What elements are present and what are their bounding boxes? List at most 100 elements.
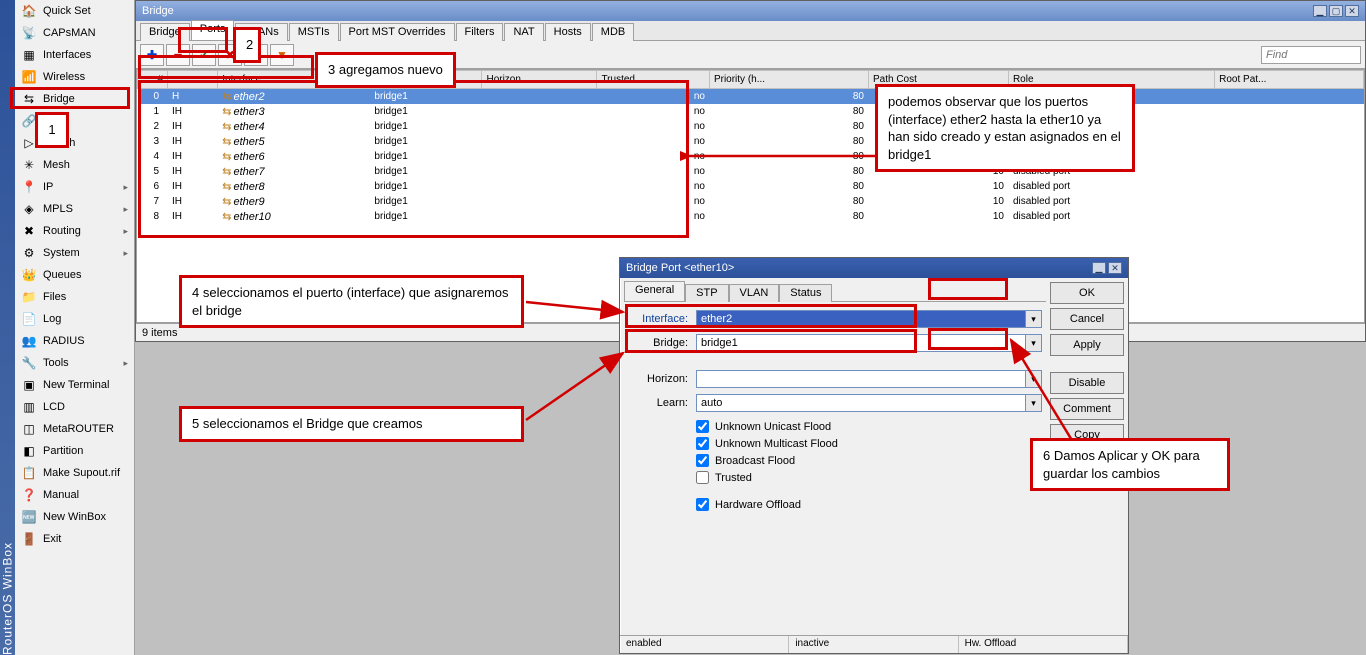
table-row[interactable]: 5IHether7bridge1no8010disabled port: [138, 164, 1364, 179]
sidebar-item-tools[interactable]: 🔧Tools▸: [15, 352, 134, 374]
sidebar-item-label: Files: [43, 291, 66, 303]
table-row[interactable]: 1IHether3bridge1no8010disabled port: [138, 104, 1364, 119]
sidebar-item-partition[interactable]: ◧Partition: [15, 440, 134, 462]
bridge-input[interactable]: [696, 334, 1026, 352]
bridge-window-titlebar[interactable]: Bridge ▁ ▢ ✕: [136, 1, 1365, 21]
dialog-titlebar[interactable]: Bridge Port <ether10> ▁ ✕: [620, 258, 1128, 278]
sidebar-item-switch[interactable]: ▷Switch: [15, 132, 134, 154]
column-header[interactable]: [168, 71, 218, 89]
tab-port-mst-overrides[interactable]: Port MST Overrides: [340, 23, 455, 41]
filter-button[interactable]: ▼: [270, 44, 294, 66]
check-unknown-multicast[interactable]: Unknown Multicast Flood: [628, 435, 1042, 452]
comment-button[interactable]: Comment: [1050, 398, 1124, 420]
dropdown-icon[interactable]: ▾: [1026, 394, 1042, 412]
tab-filters[interactable]: Filters: [456, 23, 504, 41]
sidebar-item-bridge[interactable]: ⇆Bridge: [15, 88, 134, 110]
dialog-form: Interface: ▾ Bridge: ▾: [624, 302, 1046, 521]
disable-button[interactable]: Disable: [1050, 372, 1124, 394]
column-header[interactable]: Root Pat...: [1215, 71, 1364, 89]
checkbox-icon[interactable]: [696, 498, 709, 511]
sidebar-item-interfaces[interactable]: ▦Interfaces: [15, 44, 134, 66]
dialog-tab-general[interactable]: General: [624, 281, 685, 301]
menu-icon: ▥: [21, 399, 37, 415]
tab-nat[interactable]: NAT: [504, 23, 543, 41]
sidebar-item-log[interactable]: 📄Log: [15, 308, 134, 330]
dropdown-icon[interactable]: ▾: [1026, 310, 1042, 328]
dropdown-icon[interactable]: ▾: [1026, 370, 1042, 388]
sidebar-item-mpls[interactable]: ◈MPLS▸: [15, 198, 134, 220]
tab-mstis[interactable]: MSTIs: [289, 23, 339, 41]
check-trusted[interactable]: Trusted: [628, 469, 1042, 486]
menu-icon: ❓: [21, 487, 37, 503]
close-icon[interactable]: ✕: [1345, 5, 1359, 17]
tab-hosts[interactable]: Hosts: [545, 23, 591, 41]
sidebar-item-wireless[interactable]: 📶Wireless: [15, 66, 134, 88]
table-row[interactable]: 3IHether5bridge1no8010disabled port: [138, 134, 1364, 149]
horizon-input[interactable]: [696, 370, 1026, 388]
maximize-icon[interactable]: ▢: [1329, 5, 1343, 17]
menu-icon: 📡: [21, 25, 37, 41]
sidebar-item-label: System: [43, 247, 80, 259]
check-broadcast[interactable]: Broadcast Flood: [628, 452, 1042, 469]
table-row[interactable]: 2IHether4bridge1no8010disabled port: [138, 119, 1364, 134]
checkbox-icon[interactable]: [696, 471, 709, 484]
sidebar-item-ip[interactable]: 📍IP▸: [15, 176, 134, 198]
ok-button[interactable]: OK: [1050, 282, 1124, 304]
checkbox-icon[interactable]: [696, 454, 709, 467]
column-header[interactable]: Priority (h...: [709, 71, 868, 89]
interface-label: Interface:: [628, 313, 688, 325]
tab-mdb[interactable]: MDB: [592, 23, 634, 41]
checkbox-icon[interactable]: [696, 437, 709, 450]
menu-icon: 🔧: [21, 355, 37, 371]
sidebar-item-radius[interactable]: 👥RADIUS: [15, 330, 134, 352]
sidebar-item-routing[interactable]: ✖Routing▸: [15, 220, 134, 242]
table-row[interactable]: 6IHether8bridge1no8010disabled port: [138, 179, 1364, 194]
sidebar-item-lcd[interactable]: ▥LCD: [15, 396, 134, 418]
dialog-tab-stp[interactable]: STP: [685, 284, 728, 302]
column-header[interactable]: #: [138, 71, 168, 89]
column-header[interactable]: Horizon: [482, 71, 597, 89]
dialog-tab-status[interactable]: Status: [779, 284, 832, 302]
sidebar-item-queues[interactable]: 👑Queues: [15, 264, 134, 286]
close-icon[interactable]: ✕: [1108, 262, 1122, 274]
table-row[interactable]: 7IHether9bridge1no8010disabled port: [138, 194, 1364, 209]
sidebar-item-mesh[interactable]: ✳Mesh: [15, 154, 134, 176]
sidebar-item-label: Mesh: [43, 159, 70, 171]
dialog-tab-vlan[interactable]: VLAN: [729, 284, 780, 302]
cancel-button[interactable]: Cancel: [1050, 308, 1124, 330]
learn-input[interactable]: [696, 394, 1026, 412]
table-row[interactable]: 4IHether6bridge1no8010disabled port: [138, 149, 1364, 164]
column-header[interactable]: Trusted: [597, 71, 710, 89]
interface-input[interactable]: [696, 310, 1026, 328]
check-hw-offload[interactable]: Hardware Offload: [628, 496, 1042, 513]
check-unknown-unicast[interactable]: Unknown Unicast Flood: [628, 418, 1042, 435]
tab-ports[interactable]: Ports: [191, 20, 235, 40]
annotation-4: 4 seleccionamos el puerto (interface) qu…: [179, 275, 524, 328]
sidebar-item-system[interactable]: ⚙System▸: [15, 242, 134, 264]
sidebar-item-manual[interactable]: ❓Manual: [15, 484, 134, 506]
sidebar-item-ppp[interactable]: 🔗PPP: [15, 110, 134, 132]
remove-button[interactable]: ━: [166, 44, 190, 66]
table-row[interactable]: 8IHether10bridge1no8010disabled port: [138, 209, 1364, 224]
sidebar-item-files[interactable]: 📁Files: [15, 286, 134, 308]
tab-bridge[interactable]: Bridge: [140, 23, 190, 41]
checkbox-icon[interactable]: [696, 420, 709, 433]
item-count: 9 items: [142, 327, 177, 339]
minimize-icon[interactable]: ▁: [1313, 5, 1327, 17]
sidebar-item-make-supout.rif[interactable]: 📋Make Supout.rif: [15, 462, 134, 484]
sidebar-item-quick-set[interactable]: 🏠Quick Set: [15, 0, 134, 22]
sidebar-item-capsman[interactable]: 📡CAPsMAN: [15, 22, 134, 44]
sidebar-item-metarouter[interactable]: ◫MetaROUTER: [15, 418, 134, 440]
chevron-right-icon: ▸: [123, 204, 128, 215]
enable-button[interactable]: ✔: [192, 44, 216, 66]
find-input[interactable]: [1261, 46, 1361, 64]
add-button[interactable]: ✚: [140, 44, 164, 66]
sidebar-item-new-winbox[interactable]: 🆕New WinBox: [15, 506, 134, 528]
sidebar-item-exit[interactable]: 🚪Exit: [15, 528, 134, 550]
table-row[interactable]: 0Hether2bridge1no8010designated port: [138, 89, 1364, 105]
sidebar-item-new-terminal[interactable]: ▣New Terminal: [15, 374, 134, 396]
minimize-icon[interactable]: ▁: [1092, 262, 1106, 274]
menu-icon: 📋: [21, 465, 37, 481]
apply-button[interactable]: Apply: [1050, 334, 1124, 356]
dropdown-icon[interactable]: ▾: [1026, 334, 1042, 352]
